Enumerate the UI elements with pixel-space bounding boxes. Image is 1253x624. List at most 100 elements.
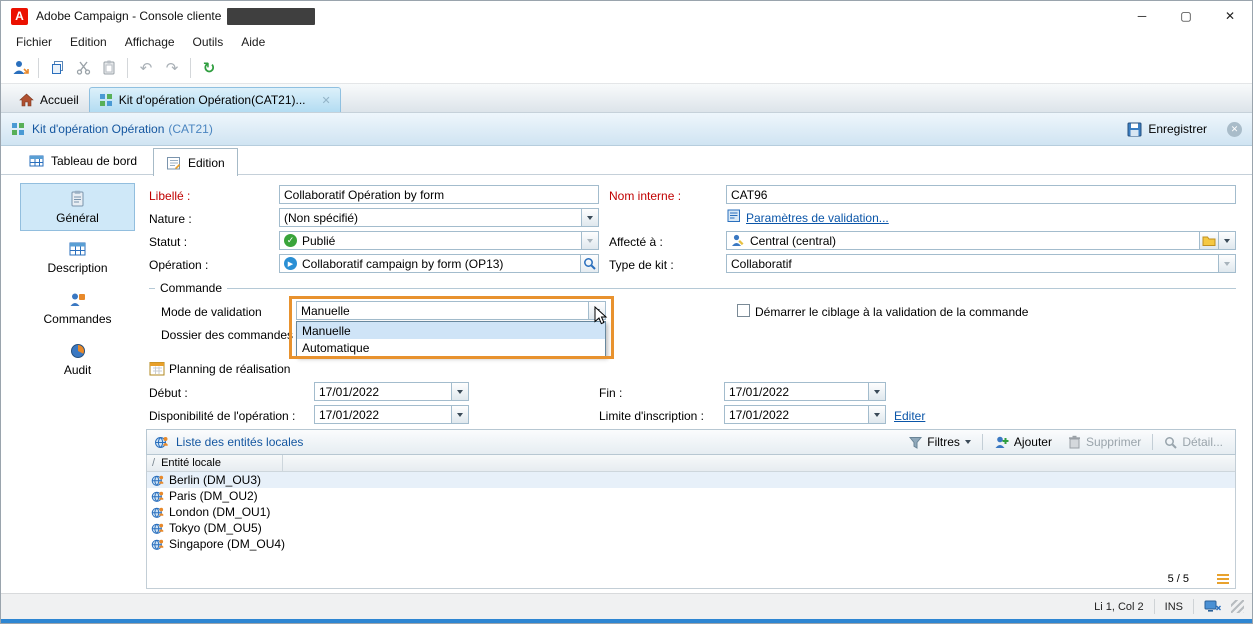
sidebar-item-audit[interactable]: Audit [20, 336, 135, 384]
limite-dropdown-button[interactable] [868, 406, 885, 423]
nature-dropdown-button[interactable] [581, 209, 598, 226]
table-row-paris[interactable]: Paris (DM_OU2) [147, 488, 1235, 504]
operation-field[interactable]: ▶ Collaboratif campaign by form (OP13) [279, 254, 581, 273]
tab-tableau-de-bord[interactable]: Tableau de bord [17, 148, 149, 174]
column-separator [282, 455, 283, 471]
debut-date-value: 17/01/2022 [319, 384, 380, 399]
fin-date-combobox[interactable]: 17/01/2022 [724, 382, 886, 401]
dropdown-option-manuelle[interactable]: Manuelle [297, 322, 605, 339]
nom-interne-label: Nom interne : [609, 189, 682, 203]
supprimer-label: Supprimer [1085, 435, 1142, 449]
ajouter-button[interactable]: Ajouter [989, 433, 1057, 452]
minimize-button[interactable]: ─ [1120, 1, 1164, 31]
nom-interne-input[interactable]: CAT96 [726, 185, 1236, 204]
save-button[interactable]: Enregistrer [1121, 120, 1213, 139]
local-entities-icon [155, 436, 168, 448]
entities-table-header[interactable]: / Entité locale [147, 455, 1235, 472]
dropdown-option-automatique[interactable]: Automatique [297, 339, 605, 356]
debut-dropdown-button[interactable] [451, 383, 468, 400]
filter-funnel-icon [909, 436, 923, 449]
application-window: A Adobe Campaign - Console cliente ─ ▢ ✕… [0, 0, 1253, 624]
table-row-tokyo[interactable]: Tokyo (DM_OU5) [147, 520, 1235, 536]
editer-link[interactable]: Editer [894, 409, 925, 423]
undo-button[interactable]: ↶ [133, 56, 159, 80]
sidebar-item-general[interactable]: Général [20, 183, 135, 231]
demarrer-ciblage-label: Démarrer le ciblage à la validation de l… [755, 305, 1029, 319]
operation-label: Opération : [149, 258, 209, 272]
detail-button[interactable]: Détail... [1159, 433, 1228, 451]
limite-inscription-label: Limite d'inscription : [599, 409, 704, 423]
limite-date-combobox[interactable]: 17/01/2022 [724, 405, 886, 424]
entities-list-title: Liste des entités locales [176, 435, 304, 449]
document-tab-bar: Accueil Kit d'opération Opération(CAT21)… [1, 84, 1252, 113]
home-icon [19, 93, 34, 106]
list-menu-icon[interactable] [1217, 574, 1229, 584]
nature-combobox[interactable]: (Non spécifié) [279, 208, 599, 227]
resize-grip[interactable] [1231, 600, 1244, 613]
table-row-singapore[interactable]: Singapore (DM_OU4) [147, 536, 1235, 552]
menu-affichage[interactable]: Affichage [116, 33, 184, 51]
sidebar-item-audit-label: Audit [63, 363, 92, 377]
fin-label: Fin : [599, 386, 623, 400]
maximize-button[interactable]: ▢ [1164, 1, 1208, 31]
operation-select-button[interactable] [580, 254, 599, 273]
libelle-input[interactable]: Collaboratif Opération by form [279, 185, 599, 204]
table-row-label: London (DM_OU1) [169, 505, 271, 519]
paste-button[interactable] [96, 56, 122, 80]
sidebar-item-description-label: Description [47, 261, 108, 275]
planning-section-title: Planning de réalisation [169, 362, 291, 376]
disponibilite-date-combobox[interactable]: 17/01/2022 [314, 405, 469, 424]
type-kit-dropdown-button[interactable] [1218, 255, 1235, 272]
limite-date-value: 17/01/2022 [729, 407, 790, 422]
menubar: Fichier Edition Affichage Outils Aide [1, 31, 1252, 52]
disponibilite-dropdown-button[interactable] [451, 406, 468, 423]
table-row-label: Berlin (DM_OU3) [169, 473, 262, 487]
chevron-down-icon [587, 238, 593, 243]
cut-button[interactable] [70, 56, 96, 80]
refresh-button[interactable]: ↻ [196, 56, 222, 80]
mode-validation-label: Mode de validation [161, 305, 262, 319]
statut-dropdown-button[interactable] [581, 232, 598, 249]
supprimer-button[interactable]: Supprimer [1063, 433, 1146, 451]
table-row-berlin[interactable]: Berlin (DM_OU3) [147, 472, 1235, 488]
affecte-folder-button[interactable] [1199, 232, 1218, 249]
tab-edition[interactable]: Edition [153, 148, 238, 176]
new-connection-button[interactable] [7, 56, 33, 80]
connection-status-icon [1204, 600, 1221, 612]
calendar-icon [149, 362, 165, 376]
statut-combobox[interactable]: ✓ Publié [279, 231, 599, 250]
table-row-london[interactable]: London (DM_OU1) [147, 504, 1235, 520]
type-kit-combobox[interactable]: Collaboratif [726, 254, 1236, 273]
page-title-code: (CAT21) [168, 122, 213, 136]
mode-validation-dropdown-button[interactable] [588, 302, 605, 319]
parametres-validation-link[interactable]: Paramètres de validation... [746, 211, 889, 225]
sidebar-item-commandes[interactable]: Commandes [20, 285, 135, 333]
sidebar-item-description[interactable]: Description [20, 234, 135, 282]
menu-edition[interactable]: Edition [61, 33, 116, 51]
redo-button[interactable]: ↷ [159, 56, 185, 80]
chevron-down-icon [457, 412, 463, 417]
new-connection-icon [13, 60, 29, 74]
mode-validation-combobox[interactable]: Manuelle [296, 301, 606, 320]
copy-button[interactable] [44, 56, 70, 80]
tab-kit-operation[interactable]: Kit d'opération Opération(CAT21)... ✕ [88, 87, 341, 112]
affecte-dropdown-button[interactable] [1218, 232, 1235, 249]
close-document-icon[interactable]: ✕ [1227, 121, 1242, 137]
menu-fichier[interactable]: Fichier [7, 33, 61, 51]
affecte-field[interactable]: Central (central) [726, 231, 1236, 250]
filtres-button[interactable]: Filtres [904, 433, 976, 451]
tab-accueil[interactable]: Accueil [9, 87, 89, 112]
close-button[interactable]: ✕ [1208, 1, 1252, 31]
trash-icon [1068, 435, 1080, 449]
demarrer-ciblage-checkbox[interactable] [737, 304, 750, 317]
debut-date-combobox[interactable]: 17/01/2022 [314, 382, 469, 401]
tab-close-icon[interactable]: ✕ [322, 94, 331, 107]
entities-title-group: Liste des entités locales [154, 435, 303, 450]
ajouter-label: Ajouter [1013, 435, 1052, 449]
menu-outils[interactable]: Outils [184, 33, 233, 51]
disponibilite-date-value: 17/01/2022 [319, 407, 380, 422]
fin-dropdown-button[interactable] [868, 383, 885, 400]
menu-aide[interactable]: Aide [232, 33, 274, 51]
toolbar: ↶ ↷ ↻ [1, 52, 1252, 84]
tab-edition-label: Edition [188, 155, 225, 170]
